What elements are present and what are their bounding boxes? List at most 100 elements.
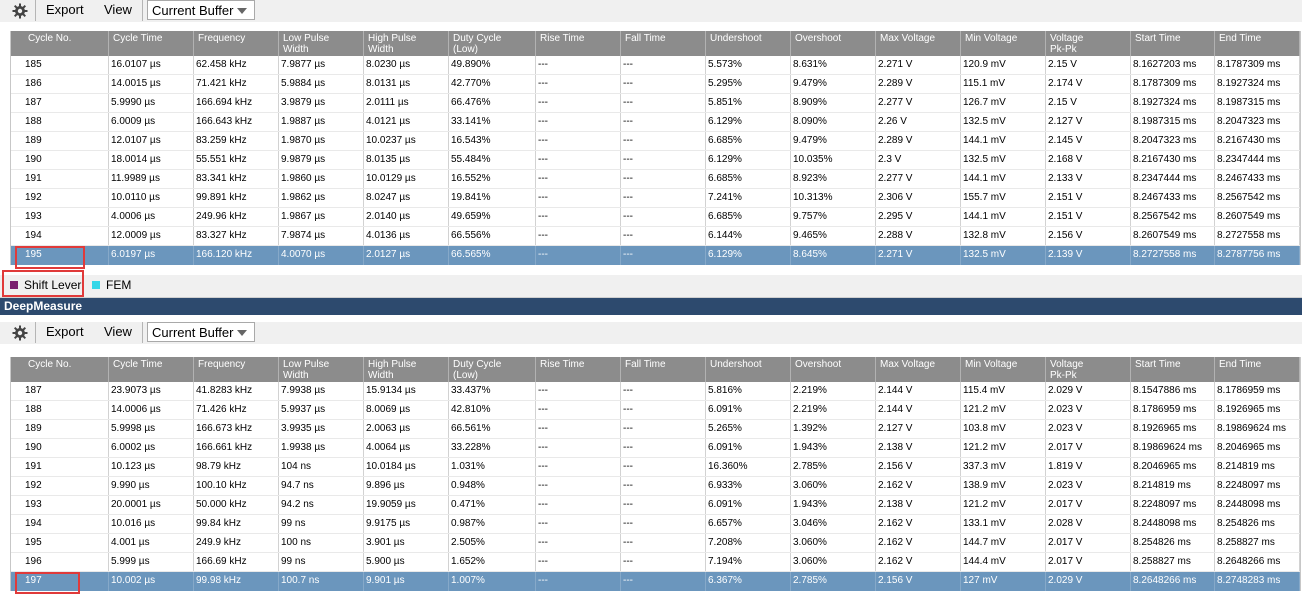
column-header[interactable]: Overshoot (791, 357, 876, 382)
table-cell: 10.0237 µs (364, 132, 449, 150)
table-row-selected[interactable]: 195 6.0197 µs 166.120 kHz 4.0070 µs 2.0127 µ… (11, 246, 1300, 265)
column-header-label: Cycle No. (28, 359, 72, 370)
table-cell: 9.896 µs (364, 477, 449, 495)
table-cell: 2.271 V (876, 56, 961, 74)
table-cell: 185 (11, 56, 109, 74)
column-header[interactable]: Min Voltage (961, 31, 1046, 56)
table-cell: 5.295% (706, 75, 791, 93)
table-cell: 2.144 V (876, 382, 961, 400)
table-row[interactable]: 188 6.0009 µs 166.643 kHz 1.9887 µs 4.0121 µ… (11, 113, 1300, 132)
table-cell: --- (536, 227, 621, 245)
legend-item-shift-lever[interactable]: Shift Lever (10, 275, 81, 297)
column-header[interactable]: Frequency (194, 357, 279, 382)
column-header-label: Cycle Time (113, 33, 163, 44)
column-header[interactable]: Fall Time (621, 357, 706, 382)
table-cell: 99 ns (279, 553, 364, 571)
table-row[interactable]: 194 12.0009 µs 83.327 kHz 7.9874 µs 4.0136 µ… (11, 227, 1300, 246)
table-cell: 10.313% (791, 189, 876, 207)
column-header[interactable]: Fall Time (621, 31, 706, 56)
table-cell: 3.046% (791, 515, 876, 533)
table-row[interactable]: 188 14.0006 µs 71.426 kHz 5.9937 µs 8.0069 µ… (11, 401, 1300, 420)
column-header[interactable]: Cycle Time (109, 31, 194, 56)
column-header[interactable]: Start Time (1131, 31, 1215, 56)
column-header[interactable]: Rise Time (536, 31, 621, 56)
table-row[interactable]: 185 16.0107 µs 62.458 kHz 7.9877 µs 8.0230 µ… (11, 56, 1300, 75)
export-button[interactable]: Export (36, 322, 95, 343)
settings-button[interactable] (5, 0, 36, 21)
table-row[interactable]: 187 23.9073 µs 41.8283 kHz 7.9938 µs 15.9134… (11, 382, 1300, 401)
settings-button[interactable] (5, 322, 36, 343)
table-cell: 4.0006 µs (109, 208, 194, 226)
column-header[interactable]: End Time (1215, 357, 1300, 382)
column-header-label: Frequency (198, 33, 246, 44)
table-row[interactable]: 186 14.0015 µs 71.421 kHz 5.9884 µs 8.0131 µ… (11, 75, 1300, 94)
column-header[interactable]: Voltage Pk-Pk (1046, 357, 1131, 382)
column-header[interactable]: Rise Time (536, 357, 621, 382)
column-header-label: High Pulse (368, 359, 417, 370)
table-row[interactable]: 194 10.016 µs 99.84 kHz 99 ns 9.9175 µs 0.987… (11, 515, 1300, 534)
view-button[interactable]: View (94, 0, 143, 21)
table-cell: 8.0131 µs (364, 75, 449, 93)
column-header[interactable]: Voltage Pk-Pk (1046, 31, 1131, 56)
column-header[interactable]: High Pulse Width (364, 357, 449, 382)
column-header[interactable]: Overshoot (791, 31, 876, 56)
table-cell: --- (621, 227, 706, 245)
view-button[interactable]: View (94, 322, 143, 343)
table-row[interactable]: 189 5.9998 µs 166.673 kHz 3.9935 µs 2.0063 µ… (11, 420, 1300, 439)
table-cell: 166.694 kHz (194, 94, 279, 112)
table-cell: 8.2648266 ms (1131, 572, 1215, 591)
table-row[interactable]: 191 10.123 µs 98.79 kHz 104 ns 10.0184 µs 1.0… (11, 458, 1300, 477)
table-row[interactable]: 191 11.9989 µs 83.341 kHz 1.9860 µs 10.0129 … (11, 170, 1300, 189)
measurement-table-top: Cycle No. Cycle Time Frequency Low Pulse Wid… (10, 31, 1301, 265)
table-row-selected[interactable]: 197 10.002 µs 99.98 kHz 100.7 ns 9.901 µs 1.0… (11, 572, 1300, 591)
table-cell: 5.9937 µs (279, 401, 364, 419)
table-row[interactable]: 189 12.0107 µs 83.259 kHz 1.9870 µs 10.0237 … (11, 132, 1300, 151)
table-cell: 2.15 V (1046, 56, 1131, 74)
export-button[interactable]: Export (36, 0, 95, 21)
table-cell: 8.1987315 ms (1215, 94, 1300, 112)
column-header[interactable]: Cycle No. (11, 31, 109, 56)
column-header[interactable]: Min Voltage (961, 357, 1046, 382)
column-header[interactable]: Cycle No. (11, 357, 109, 382)
buffer-select[interactable]: Current Buffer (147, 322, 255, 342)
table-cell: --- (536, 553, 621, 571)
table-cell: 10.0184 µs (364, 458, 449, 476)
table-cell: 8.254826 ms (1131, 534, 1215, 552)
table-row[interactable]: 193 20.0001 µs 50.000 kHz 94.2 ns 19.9059 µs… (11, 496, 1300, 515)
column-header-label: Overshoot (795, 33, 842, 44)
column-header[interactable]: Low Pulse Width (279, 31, 364, 56)
table-cell: 49.659% (449, 208, 536, 226)
table-row[interactable]: 187 5.9990 µs 166.694 kHz 3.9879 µs 2.0111 µ… (11, 94, 1300, 113)
table-cell: --- (621, 189, 706, 207)
table-cell: 2.0127 µs (364, 246, 449, 265)
table-cell: 187 (11, 382, 109, 400)
column-header[interactable]: Undershoot (706, 357, 791, 382)
table-row[interactable]: 192 10.0110 µs 99.891 kHz 1.9862 µs 8.0247 µ… (11, 189, 1300, 208)
column-header[interactable]: Max Voltage (876, 31, 961, 56)
column-header[interactable]: Max Voltage (876, 357, 961, 382)
table-cell: 132.5 mV (961, 151, 1046, 169)
table-cell: 2.162 V (876, 553, 961, 571)
table-row[interactable]: 190 18.0014 µs 55.551 kHz 9.9879 µs 8.0135 µ… (11, 151, 1300, 170)
table-row[interactable]: 196 5.999 µs 166.69 kHz 99 ns 5.900 µs 1.652%… (11, 553, 1300, 572)
column-header[interactable]: Low Pulse Width (279, 357, 364, 382)
column-header[interactable]: Frequency (194, 31, 279, 56)
table-row[interactable]: 192 9.990 µs 100.10 kHz 94.7 ns 9.896 µs 0.94… (11, 477, 1300, 496)
column-header[interactable]: Start Time (1131, 357, 1215, 382)
table-row[interactable]: 193 4.0006 µs 249.96 kHz 1.9867 µs 2.0140 µs… (11, 208, 1300, 227)
table-cell: 3.060% (791, 553, 876, 571)
column-header[interactable]: End Time (1215, 31, 1300, 56)
column-header[interactable]: High Pulse Width (364, 31, 449, 56)
column-header[interactable]: Duty Cycle (Low) (449, 31, 536, 56)
table-cell: 8.909% (791, 94, 876, 112)
table-row[interactable]: 195 4.001 µs 249.9 kHz 100 ns 3.901 µs 2.505%… (11, 534, 1300, 553)
table-cell: --- (621, 477, 706, 495)
legend-item-fem[interactable]: FEM (92, 275, 131, 297)
table-row[interactable]: 190 6.0002 µs 166.661 kHz 1.9938 µs 4.0064 µ… (11, 439, 1300, 458)
column-header[interactable]: Duty Cycle (Low) (449, 357, 536, 382)
column-header-label: High Pulse (368, 33, 417, 44)
buffer-select[interactable]: Current Buffer (147, 0, 255, 20)
table-cell: 133.1 mV (961, 515, 1046, 533)
column-header[interactable]: Undershoot (706, 31, 791, 56)
column-header[interactable]: Cycle Time (109, 357, 194, 382)
